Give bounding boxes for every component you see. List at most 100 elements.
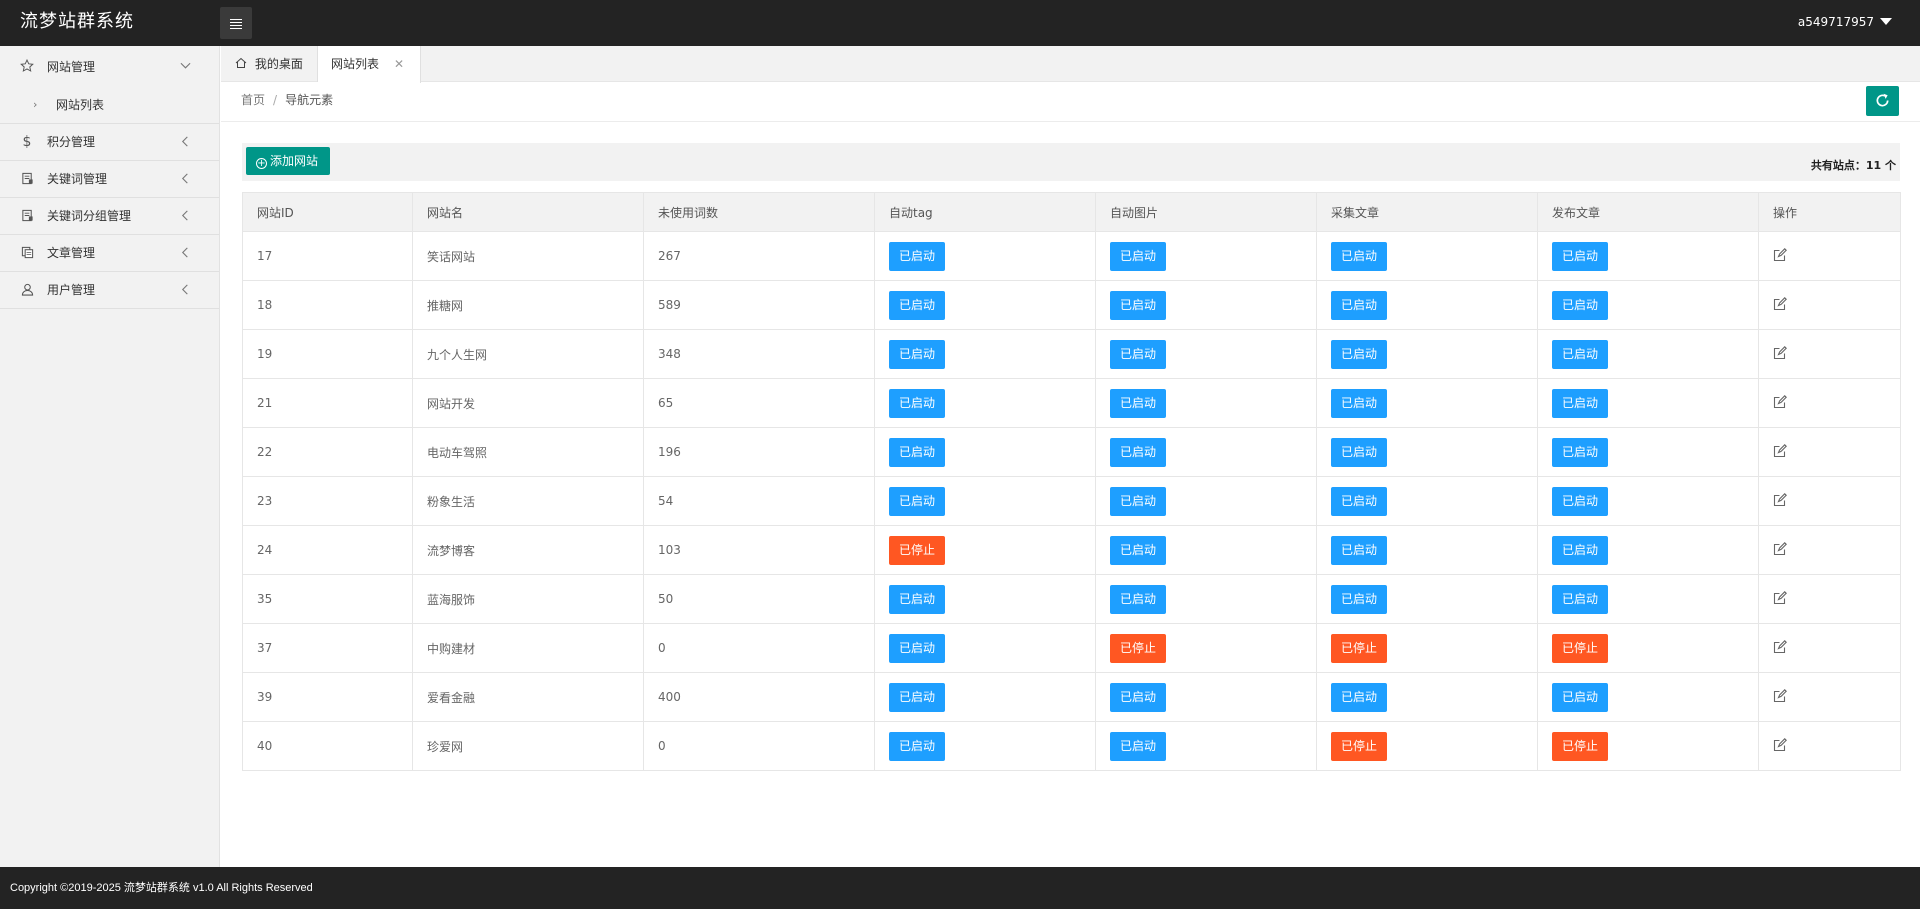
auto-image-status-button[interactable]: 已启动 <box>1110 486 1166 516</box>
collect-article-status-button[interactable]: 已启动 <box>1331 535 1387 565</box>
cell-actions <box>1758 672 1901 722</box>
collect-article-status-button[interactable]: 已停止 <box>1331 731 1387 761</box>
edit-icon[interactable] <box>1773 492 1787 507</box>
cell-name: 推糖网 <box>412 280 644 330</box>
auto-image-status-button[interactable]: 已停止 <box>1110 633 1166 663</box>
collect-article-status-button[interactable]: 已启动 <box>1331 486 1387 516</box>
site-table: 网站ID 网站名 未使用词数 自动tag 自动图片 采集文章 发布文章 操作 1… <box>242 192 1901 771</box>
auto-image-status-button[interactable]: 已启动 <box>1110 290 1166 320</box>
table-row: 39 爱看金融 400 已启动 已启动 已启动 已启动 <box>242 672 1901 722</box>
sidebar-item-users[interactable]: 用户管理 <box>0 272 219 309</box>
cell-actions <box>1758 623 1901 673</box>
collect-article-status-button[interactable]: 已启动 <box>1331 290 1387 320</box>
sidebar-item-site-management[interactable]: 网站管理 <box>0 46 219 86</box>
edit-icon[interactable] <box>1773 247 1787 262</box>
refresh-button[interactable] <box>1866 86 1899 116</box>
edit-icon[interactable] <box>1773 394 1787 409</box>
publish-article-status-button[interactable]: 已停止 <box>1552 633 1608 663</box>
sidebar-item-articles[interactable]: 文章管理 <box>0 235 219 272</box>
cell-auto-tag: 已启动 <box>874 427 1096 477</box>
auto-tag-status-button[interactable]: 已启动 <box>889 584 945 614</box>
cell-unused: 0 <box>643 721 875 771</box>
auto-tag-status-button[interactable]: 已启动 <box>889 388 945 418</box>
publish-article-status-button[interactable]: 已停止 <box>1552 731 1608 761</box>
auto-tag-status-button[interactable]: 已启动 <box>889 633 945 663</box>
auto-image-status-button[interactable]: 已启动 <box>1110 731 1166 761</box>
edit-icon[interactable] <box>1773 541 1787 556</box>
publish-article-status-button[interactable]: 已启动 <box>1552 437 1608 467</box>
collect-article-status-button[interactable]: 已启动 <box>1331 682 1387 712</box>
cell-actions <box>1758 525 1901 575</box>
auto-image-status-button[interactable]: 已启动 <box>1110 388 1166 418</box>
tab-my-desktop[interactable]: 我的桌面 <box>221 46 318 82</box>
cell-auto-tag: 已启动 <box>874 476 1096 526</box>
auto-tag-status-button[interactable]: 已启动 <box>889 437 945 467</box>
breadcrumb-home[interactable]: 首页 <box>241 93 265 107</box>
publish-article-status-button[interactable]: 已启动 <box>1552 584 1608 614</box>
collect-article-status-button[interactable]: 已启动 <box>1331 437 1387 467</box>
edit-icon[interactable] <box>1773 688 1787 703</box>
column-header: 操作 <box>1758 192 1901 232</box>
publish-article-status-button[interactable]: 已启动 <box>1552 388 1608 418</box>
auto-tag-status-button[interactable]: 已停止 <box>889 535 945 565</box>
chevron-left-icon <box>180 124 191 161</box>
collect-article-status-button[interactable]: 已启动 <box>1331 584 1387 614</box>
auto-tag-status-button[interactable]: 已启动 <box>889 241 945 271</box>
cell-auto-tag: 已启动 <box>874 280 1096 330</box>
menu-toggle-button[interactable] <box>220 7 252 39</box>
edit-icon[interactable] <box>1773 590 1787 605</box>
cell-unused: 0 <box>643 623 875 673</box>
collect-article-status-button[interactable]: 已启动 <box>1331 241 1387 271</box>
auto-image-status-button[interactable]: 已启动 <box>1110 339 1166 369</box>
auto-tag-status-button[interactable]: 已启动 <box>889 339 945 369</box>
collect-article-status-button[interactable]: 已停止 <box>1331 633 1387 663</box>
edit-icon[interactable] <box>1773 296 1787 311</box>
cell-publish-article: 已启动 <box>1537 280 1759 330</box>
auto-image-status-button[interactable]: 已启动 <box>1110 584 1166 614</box>
chevron-down-icon <box>180 46 191 88</box>
cell-name: 蓝海服饰 <box>412 574 644 624</box>
cell-auto-image: 已启动 <box>1095 378 1317 428</box>
auto-tag-status-button[interactable]: 已启动 <box>889 486 945 516</box>
sidebar-subitem-site-list[interactable]: › 网站列表 <box>0 86 219 124</box>
cell-id: 19 <box>242 329 413 379</box>
cell-actions <box>1758 476 1901 526</box>
add-site-button[interactable]: + 添加网站 <box>246 147 330 175</box>
auto-image-status-button[interactable]: 已启动 <box>1110 241 1166 271</box>
cell-unused: 50 <box>643 574 875 624</box>
publish-article-status-button[interactable]: 已启动 <box>1552 486 1608 516</box>
auto-tag-status-button[interactable]: 已启动 <box>889 290 945 320</box>
auto-tag-status-button[interactable]: 已启动 <box>889 731 945 761</box>
collect-article-status-button[interactable]: 已启动 <box>1331 388 1387 418</box>
auto-image-status-button[interactable]: 已启动 <box>1110 682 1166 712</box>
edit-icon[interactable] <box>1773 737 1787 752</box>
cell-auto-image: 已启动 <box>1095 280 1317 330</box>
publish-article-status-button[interactable]: 已启动 <box>1552 535 1608 565</box>
publish-article-status-button[interactable]: 已启动 <box>1552 241 1608 271</box>
sidebar-item-keywords[interactable]: 关键词管理 <box>0 161 219 198</box>
sidebar-item-points[interactable]: $ 积分管理 <box>0 124 219 161</box>
publish-article-status-button[interactable]: 已启动 <box>1552 290 1608 320</box>
sidebar-item-keyword-groups[interactable]: 关键词分组管理 <box>0 198 219 235</box>
cell-unused: 54 <box>643 476 875 526</box>
collect-article-status-button[interactable]: 已启动 <box>1331 339 1387 369</box>
edit-icon[interactable] <box>1773 345 1787 360</box>
cell-id: 18 <box>242 280 413 330</box>
column-header: 未使用词数 <box>643 192 875 232</box>
plus-circle-icon: + <box>256 158 267 169</box>
cell-name: 电动车驾照 <box>412 427 644 477</box>
auto-image-status-button[interactable]: 已启动 <box>1110 437 1166 467</box>
edit-icon[interactable] <box>1773 639 1787 654</box>
user-menu[interactable]: a549717957 <box>1798 0 1892 46</box>
close-icon[interactable]: ✕ <box>394 46 404 82</box>
table-body: 17 笑话网站 267 已启动 已启动 已启动 已启动 18 推糖网 589 已启动 已启动 已启动 已启… <box>242 231 1901 771</box>
publish-article-status-button[interactable]: 已启动 <box>1552 339 1608 369</box>
publish-article-status-button[interactable]: 已启动 <box>1552 682 1608 712</box>
chevron-left-icon <box>180 272 191 309</box>
auto-image-status-button[interactable]: 已启动 <box>1110 535 1166 565</box>
tab-site-list[interactable]: 网站列表 ✕ <box>318 46 421 83</box>
auto-tag-status-button[interactable]: 已启动 <box>889 682 945 712</box>
cell-publish-article: 已启动 <box>1537 378 1759 428</box>
edit-icon[interactable] <box>1773 443 1787 458</box>
cell-auto-tag: 已启动 <box>874 721 1096 771</box>
